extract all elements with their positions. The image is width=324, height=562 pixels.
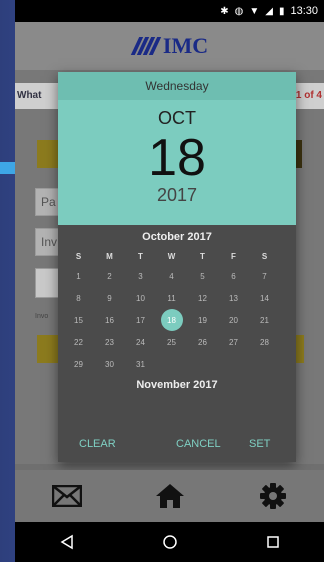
gear-icon[interactable] [259, 482, 287, 510]
calendar-day[interactable]: 7 [249, 265, 280, 287]
home-circle-icon[interactable] [162, 534, 178, 550]
calendar-day[interactable]: 25 [156, 331, 187, 353]
calendar-day[interactable]: 26 [187, 331, 218, 353]
calendar-day[interactable]: 27 [218, 331, 249, 353]
calendar-day[interactable]: 12 [187, 287, 218, 309]
calendar-day[interactable]: 8 [63, 287, 94, 309]
recents-icon[interactable] [265, 534, 281, 550]
question-text: What [17, 90, 42, 101]
calendar-day[interactable]: 28 [249, 331, 280, 353]
calendar-day[interactable]: 19 [187, 309, 218, 331]
calendar-day[interactable]: 29 [63, 353, 94, 375]
selected-day[interactable]: 18 [58, 131, 296, 185]
calendar-day[interactable]: 17 [125, 309, 156, 331]
bluetooth-icon: ✱ [220, 5, 229, 17]
calendar-day[interactable]: 6 [218, 265, 249, 287]
clear-button[interactable]: CLEAR [79, 438, 116, 450]
weekday-header: T [138, 251, 143, 261]
weekday-header: T [200, 251, 205, 261]
tab-bar [15, 470, 324, 522]
calendar-day[interactable]: 30 [94, 353, 125, 375]
calendar-day-selected[interactable]: 18 [156, 309, 187, 331]
cancel-button[interactable]: CANCEL [176, 438, 221, 450]
calendar-grid: S M T W T F S 1 2 3 4 5 6 7 8 9 10 11 12 13 14 15 16 17 18 19 20 21… [63, 247, 296, 375]
calendar-day[interactable]: 22 [63, 331, 94, 353]
status-bar: ✱ ◍ ▼ ◢ ▮ 13:30 [15, 0, 324, 22]
weekday-header: S [261, 251, 268, 261]
calendar-day[interactable]: 31 [125, 353, 156, 375]
background-small-label: Invo [35, 313, 49, 320]
next-month-title: November 2017 [136, 379, 218, 391]
weekday-header: F [231, 251, 236, 261]
calendar-day[interactable]: 1 [63, 265, 94, 287]
selected-year[interactable]: 2017 [58, 185, 296, 206]
signal-icon: ◢ [265, 5, 273, 17]
calendar-day[interactable]: 21 [249, 309, 280, 331]
selected-weekday: Wednesday [58, 72, 296, 100]
imc-logo: IMC [130, 33, 208, 59]
mail-icon[interactable] [51, 485, 82, 507]
date-picker-header: Wednesday OCT 18 2017 [58, 72, 296, 225]
date-picker-dialog: Wednesday OCT 18 2017 October 2017 SMTWT… [58, 72, 296, 462]
calendar-day[interactable]: 14 [249, 287, 280, 309]
question-count: 1 of 4 [295, 90, 322, 101]
back-icon[interactable] [59, 534, 75, 550]
android-nav-bar [15, 522, 324, 562]
home-icon[interactable] [155, 483, 185, 509]
calendar-day[interactable]: 20 [218, 309, 249, 331]
wifi-icon: ▼ [249, 5, 260, 17]
calendar-day[interactable]: 4 [156, 265, 187, 287]
calendar-day[interactable]: 23 [94, 331, 125, 353]
phone-screen: ✱ ◍ ▼ ◢ ▮ 13:30 IMC What 1 of 4 Pa Inv I… [15, 0, 324, 562]
weekday-header: W [167, 251, 176, 261]
calendar-day[interactable]: 13 [218, 287, 249, 309]
calendar-day[interactable]: 24 [125, 331, 156, 353]
set-button[interactable]: SET [249, 438, 270, 450]
selected-month[interactable]: OCT [58, 108, 296, 129]
calendar-day[interactable]: 3 [125, 265, 156, 287]
selected-day-label: 18 [160, 309, 183, 331]
calendar-day[interactable]: 15 [63, 309, 94, 331]
calendar-day[interactable]: 11 [156, 287, 187, 309]
calendar-day[interactable]: 10 [125, 287, 156, 309]
weekday-header: S [75, 251, 82, 261]
calendar-day[interactable]: 5 [187, 265, 218, 287]
vibrate-icon: ◍ [234, 5, 244, 17]
calendar-month-title: October 2017 [142, 231, 212, 243]
calendar-day[interactable]: 16 [94, 309, 125, 331]
clock: 13:30 [290, 5, 318, 17]
calendar-day[interactable]: 9 [94, 287, 125, 309]
battery-icon: ▮ [278, 5, 285, 17]
app-header: IMC [15, 22, 324, 70]
calendar-day[interactable]: 2 [94, 265, 125, 287]
weekday-header: M [106, 251, 113, 261]
dialog-actions: CLEAR CANCEL SET [58, 426, 296, 462]
